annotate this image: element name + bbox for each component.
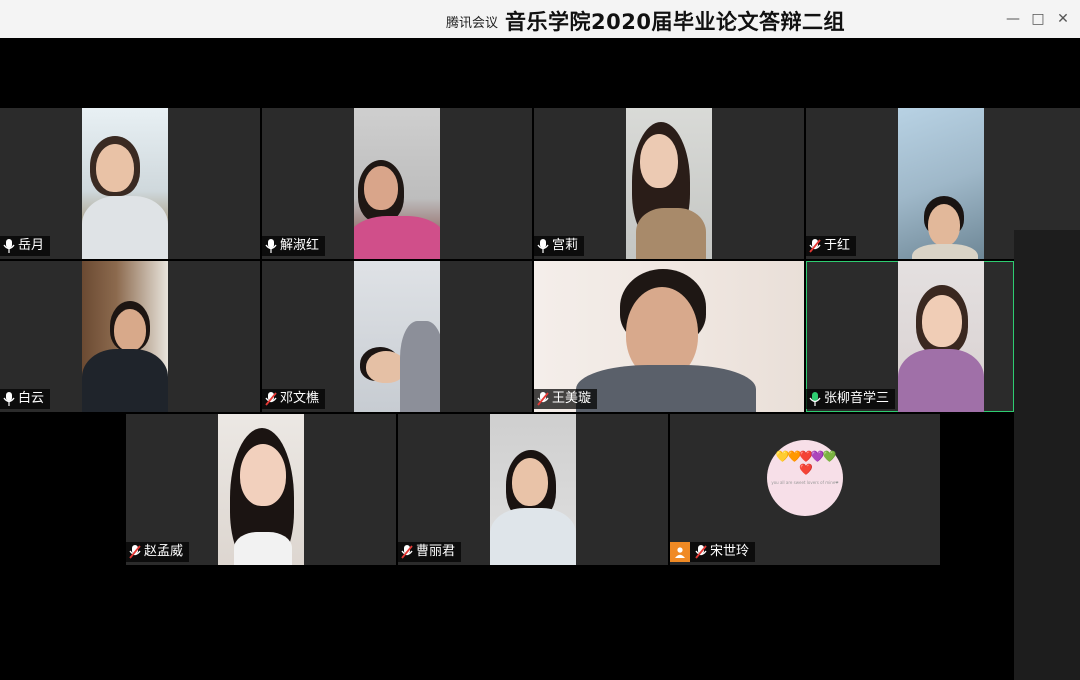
- participant-name-tag: 曹丽君: [398, 542, 462, 562]
- participant-name-tag: 王美璇: [534, 389, 598, 409]
- user-icon: [670, 542, 690, 562]
- participant-name-tag: 白云: [0, 389, 51, 409]
- participant-tile-2[interactable]: 宫莉: [534, 108, 804, 259]
- title-bar: 腾讯会议 音乐学院2020届毕业论文答辩二组 — □ ✕: [0, 0, 1080, 39]
- participant-tile-7[interactable]: 张柳音学三: [806, 261, 1014, 412]
- mic-muted-icon: [537, 392, 549, 406]
- mic-muted-icon: [695, 545, 707, 559]
- participant-video: [898, 108, 984, 259]
- participant-name: 岳月: [18, 238, 45, 253]
- participant-tile-5[interactable]: 邓文樵: [262, 261, 532, 412]
- participant-name: 宫莉: [552, 238, 579, 253]
- participant-video: [354, 108, 440, 259]
- mic-icon: [265, 239, 277, 253]
- participant-name: 赵孟威: [144, 544, 184, 559]
- participant-name: 白云: [18, 391, 45, 406]
- participant-tile-6[interactable]: 王美璇: [534, 261, 804, 412]
- participant-name-tag: 张柳音学三: [806, 389, 896, 409]
- participant-name-tag: 宫莉: [534, 236, 585, 256]
- participant-name-tag: 解淑红: [262, 236, 326, 256]
- mic-muted-icon: [129, 545, 141, 559]
- participant-name: 张柳音学三: [824, 391, 890, 406]
- mic-icon: [3, 239, 15, 253]
- app-name: 腾讯会议: [446, 16, 499, 31]
- participant-name: 于红: [824, 238, 851, 253]
- participant-name-tag: 于红: [806, 236, 857, 256]
- participant-name: 王美璇: [552, 391, 592, 406]
- mic-icon: [537, 239, 549, 253]
- mic-icon: [3, 392, 15, 406]
- mic-muted-icon: [401, 545, 413, 559]
- participant-name: 宋世玲: [710, 544, 750, 559]
- participant-video: [354, 261, 440, 412]
- participant-video: [82, 261, 168, 412]
- participant-tile-1[interactable]: 解淑红: [262, 108, 532, 259]
- participant-tile-0[interactable]: 岳月: [0, 108, 260, 259]
- participant-name-tag: 宋世玲: [670, 542, 756, 562]
- side-panel-edge: [1014, 230, 1080, 680]
- avatar-caption: you all are sweet lovers of mine❤: [771, 480, 839, 485]
- participant-name-tag: 邓文樵: [262, 389, 326, 409]
- participant-tile-4[interactable]: 白云: [0, 261, 260, 412]
- close-button[interactable]: ✕: [1054, 10, 1072, 28]
- maximize-button[interactable]: □: [1029, 10, 1047, 28]
- participant-name-tag: 赵孟威: [126, 542, 190, 562]
- participant-name: 解淑红: [280, 238, 320, 253]
- mic-muted-icon: [265, 392, 277, 406]
- participant-video: [490, 414, 576, 565]
- meeting-title: 音乐学院2020届毕业论文答辩二组: [505, 10, 845, 34]
- participant-avatar: 💛🧡❤️💜💚❤️ you all are sweet lovers of min…: [767, 440, 843, 516]
- participant-video: [626, 108, 712, 259]
- mic-speaking-icon: [809, 392, 821, 406]
- participant-name: 曹丽君: [416, 544, 456, 559]
- participant-video: [218, 414, 304, 565]
- participant-video: [82, 108, 168, 259]
- participant-name-tag: 岳月: [0, 236, 51, 256]
- participant-tile-8[interactable]: 赵孟威: [126, 414, 396, 565]
- mic-muted-icon: [809, 239, 821, 253]
- participant-tile-9[interactable]: 曹丽君: [398, 414, 668, 565]
- video-grid: 岳月 解淑红 宫莉 于红 白云 邓文樵 王美璇 张柳音学三 赵孟威 曹丽君 💛🧡…: [0, 38, 1080, 680]
- minimize-button[interactable]: —: [1004, 10, 1022, 28]
- participant-tile-10[interactable]: 💛🧡❤️💜💚❤️ you all are sweet lovers of min…: [670, 414, 940, 565]
- participant-video: [898, 261, 984, 412]
- hearts-decoration: 💛🧡❤️💜💚❤️: [775, 450, 836, 476]
- participant-name: 邓文樵: [280, 391, 320, 406]
